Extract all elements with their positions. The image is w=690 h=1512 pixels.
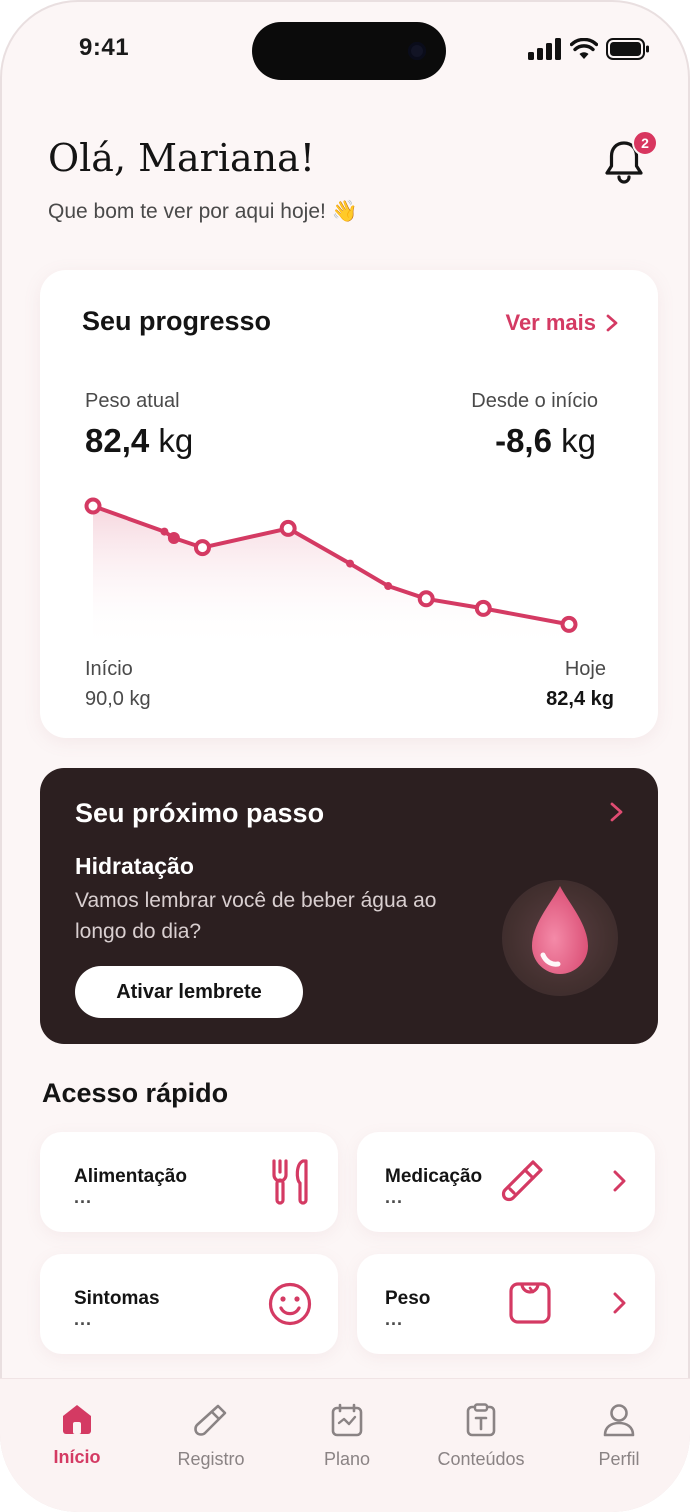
scale-icon <box>509 1282 551 1324</box>
quick-access-weight[interactable]: Peso ... <box>357 1254 655 1354</box>
status-time: 9:41 <box>79 34 130 61</box>
greeting-title: Olá, Mariana! <box>48 136 316 180</box>
start-label: Início <box>85 658 133 680</box>
tab-home[interactable]: Início <box>17 1403 137 1468</box>
water-drop-icon <box>532 886 588 974</box>
tab-contents[interactable]: Conteúdos <box>421 1403 541 1470</box>
quick-access-label: Alimentação <box>74 1166 187 1187</box>
signal-icon <box>528 38 561 60</box>
tab-register[interactable]: Registro <box>151 1403 271 1470</box>
activate-reminder-button[interactable]: Ativar lembrete <box>75 966 303 1018</box>
tab-plan[interactable]: Plano <box>287 1403 407 1470</box>
greeting-subtitle: Que bom te ver por aqui hoje! 👋 <box>48 200 358 223</box>
chevron-right-icon <box>613 1292 626 1314</box>
chart-point <box>346 559 355 568</box>
syringe-pen-icon <box>501 1160 543 1202</box>
quick-access-dots: ... <box>385 1309 404 1329</box>
chart-point <box>417 590 435 608</box>
quick-access-label: Peso <box>385 1288 431 1309</box>
smile-icon <box>268 1282 312 1326</box>
chevron-right-icon <box>613 1170 626 1192</box>
next-step-title: Seu próximo passo <box>75 798 325 828</box>
dynamic-island <box>252 22 446 80</box>
tab-label: Plano <box>323 1449 371 1469</box>
plan-icon <box>331 1403 363 1437</box>
camera-icon <box>408 42 426 60</box>
water-drop-badge <box>502 880 618 996</box>
pen-icon <box>194 1404 227 1436</box>
chevron-right-icon[interactable] <box>610 802 624 822</box>
tab-label: Registro <box>177 1449 245 1469</box>
chart-point <box>160 527 169 536</box>
quick-access-title: Acesso rápido <box>42 1078 229 1108</box>
tab-profile[interactable]: Perfil <box>559 1403 679 1470</box>
home-icon <box>63 1405 91 1434</box>
next-step-subtitle: Hidratação <box>75 853 194 879</box>
tab-label: Perfil <box>598 1449 640 1469</box>
chart-point <box>193 539 211 557</box>
tab-label: Início <box>53 1447 101 1467</box>
status-icons <box>528 38 650 60</box>
quick-access-dots: ... <box>74 1187 93 1207</box>
progress-card: Seu progresso Ver mais Peso atual 82,4 k… <box>40 270 658 738</box>
start-value: 90,0 kg <box>85 688 151 710</box>
tab-label: Conteúdos <box>437 1449 525 1469</box>
next-step-card[interactable]: Seu próximo passo Hidratação Vamos lembr… <box>40 768 658 1044</box>
tab-bar: Início Registro Plano Conteúdos Perfil <box>0 1378 690 1512</box>
content-icon <box>466 1403 496 1437</box>
battery-icon <box>606 38 649 60</box>
chart-point <box>384 582 393 590</box>
today-label: Hoje <box>564 658 606 680</box>
notification-badge: 2 <box>632 130 658 156</box>
wifi-icon <box>570 38 598 59</box>
chart-point <box>84 497 102 515</box>
chart-point <box>279 519 297 537</box>
profile-icon <box>603 1404 635 1437</box>
quick-access-label: Sintomas <box>74 1288 160 1309</box>
chart-point <box>474 599 492 617</box>
chart-area-fill <box>93 506 569 650</box>
quick-access-medication[interactable]: Medicação ... <box>357 1132 655 1232</box>
quick-access-dots: ... <box>385 1187 404 1207</box>
quick-access-food[interactable]: Alimentação ... <box>40 1132 338 1232</box>
quick-access-dots: ... <box>74 1309 93 1329</box>
next-step-description: Vamos lembrar você de beber água ao long… <box>75 889 437 943</box>
phone-screen: 9:41 Olá, Mariana! Que bom te ver por aq… <box>0 0 690 1512</box>
fork-knife-icon <box>272 1159 308 1205</box>
today-value: 82,4 kg <box>546 688 614 710</box>
chart-point <box>560 615 578 633</box>
quick-access-label: Medicação <box>385 1166 483 1187</box>
quick-access-symptoms[interactable]: Sintomas ... <box>40 1254 338 1354</box>
chart-point <box>167 532 180 544</box>
